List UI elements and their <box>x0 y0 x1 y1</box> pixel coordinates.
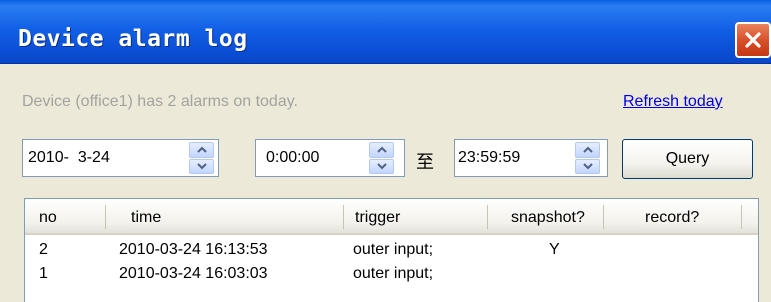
close-button[interactable] <box>735 22 771 58</box>
column-header-trigger[interactable]: trigger <box>355 209 400 227</box>
date-spin-up[interactable] <box>189 142 214 158</box>
spin-up-arrow-icon <box>376 146 387 153</box>
date-spin-buttons[interactable] <box>189 142 214 174</box>
refresh-today-link[interactable]: Refresh today <box>623 93 723 111</box>
start-time-picker[interactable]: 0:00:00 <box>255 139 405 177</box>
row-trigger: outer input; <box>353 265 434 282</box>
column-divider[interactable] <box>105 205 106 229</box>
column-header-time[interactable]: time <box>131 209 161 227</box>
alarm-list-header: no time trigger snapshot? record? <box>25 199 758 235</box>
date-value: 2010- 3-24 <box>28 149 110 166</box>
range-separator: 至 <box>416 152 434 173</box>
close-icon <box>745 32 761 48</box>
row-trigger: outer input; <box>353 241 434 258</box>
date-spin-down[interactable] <box>189 158 214 174</box>
column-header-no[interactable]: no <box>39 209 57 227</box>
start-time-spin-down[interactable] <box>369 158 394 174</box>
column-header-snapshot[interactable]: snapshot? <box>511 209 585 227</box>
end-time-picker[interactable]: 23:59:59 <box>454 139 608 177</box>
alarm-list[interactable]: no time trigger snapshot? record? 2 2010… <box>24 198 759 302</box>
spin-down-arrow-icon <box>196 163 207 170</box>
end-time-spin-down[interactable] <box>575 158 600 174</box>
row-snapshot: Y <box>549 241 560 258</box>
end-time-spin-buttons[interactable] <box>575 142 600 174</box>
spin-down-arrow-icon <box>376 163 387 170</box>
start-time-spin-buttons[interactable] <box>369 142 394 174</box>
column-divider[interactable] <box>603 205 604 229</box>
start-time-spin-up[interactable] <box>369 142 394 158</box>
row-time: 2010-03-24 16:13:53 <box>119 241 268 258</box>
spin-up-arrow-icon <box>196 146 207 153</box>
query-button[interactable]: Query <box>622 139 753 179</box>
column-divider[interactable] <box>487 205 488 229</box>
start-time-value: 0:00:00 <box>266 149 320 166</box>
end-time-spin-up[interactable] <box>575 142 600 158</box>
row-no: 2 <box>39 241 48 258</box>
date-picker[interactable]: 2010- 3-24 <box>22 139 219 177</box>
title-bar: Device alarm log <box>0 0 771 64</box>
column-header-record[interactable]: record? <box>645 209 699 227</box>
column-divider[interactable] <box>741 205 742 229</box>
window-title: Device alarm log <box>18 26 248 52</box>
row-time: 2010-03-24 16:03:03 <box>119 265 268 282</box>
table-row[interactable]: 2 2010-03-24 16:13:53 outer input; Y <box>25 239 758 263</box>
end-time-value: 23:59:59 <box>458 149 521 166</box>
row-no: 1 <box>39 265 48 282</box>
column-divider[interactable] <box>343 205 344 229</box>
spin-up-arrow-icon <box>582 146 593 153</box>
spin-down-arrow-icon <box>582 163 593 170</box>
alarm-count-status: Device (office1) has 2 alarms on today. <box>22 93 298 110</box>
table-row[interactable]: 1 2010-03-24 16:03:03 outer input; <box>25 263 758 287</box>
